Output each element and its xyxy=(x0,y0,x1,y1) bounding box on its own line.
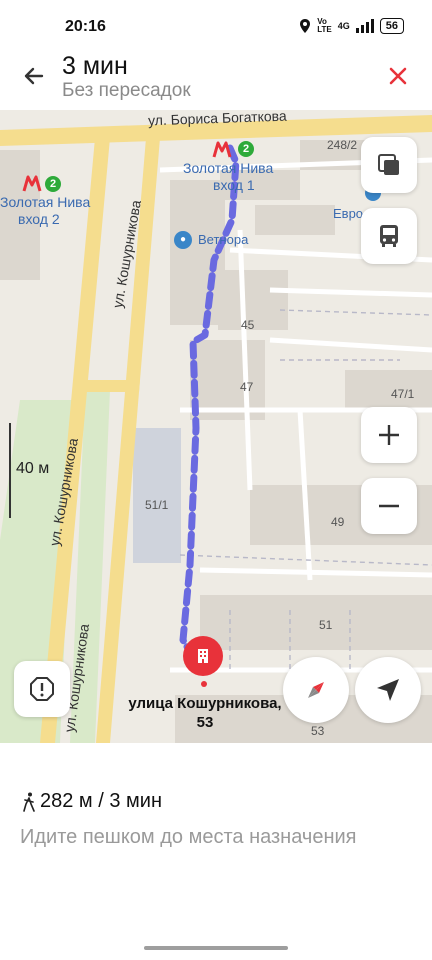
layers-icon xyxy=(378,154,399,175)
close-button[interactable] xyxy=(382,60,414,92)
house-number: 248/2 xyxy=(327,138,358,152)
map-view[interactable]: 2 Золотая Нива вход 1 2 Золотая Нива вхо… xyxy=(0,110,432,743)
location-icon xyxy=(300,19,311,33)
compass-button[interactable] xyxy=(283,657,349,723)
house-number: 51 xyxy=(319,618,333,632)
house-number: 45 xyxy=(241,318,255,332)
zoom-in-button[interactable] xyxy=(361,407,417,463)
zoom-out-button[interactable] xyxy=(361,478,417,534)
navigation-arrow-icon xyxy=(377,679,399,701)
layers-button[interactable] xyxy=(361,137,417,193)
status-bar: 20:16 Vo LTE 4G 56 xyxy=(0,0,432,50)
bus-icon xyxy=(380,225,398,247)
destination-pin[interactable] xyxy=(183,636,223,676)
my-location-button[interactable] xyxy=(355,657,421,723)
poi-label: Ветнора xyxy=(198,232,249,247)
paw-icon: ● xyxy=(174,231,192,249)
warning-octagon-icon xyxy=(30,677,54,701)
route-hint: Идите пешком до места назначения xyxy=(20,826,357,848)
route-distance-time: 282 м / 3 мин xyxy=(40,790,162,812)
house-number: 47 xyxy=(240,380,254,394)
battery-icon: 56 xyxy=(379,18,404,34)
scale-label: 40 м xyxy=(16,460,50,477)
route-duration: 3 мин xyxy=(62,52,128,80)
metro-icon xyxy=(22,174,42,194)
route-summary: 282 м / 3 мин xyxy=(22,790,162,813)
minus-icon xyxy=(379,504,399,508)
pedestrian-icon xyxy=(23,792,35,812)
metro-station-label: Золотая Нива xyxy=(0,194,91,210)
plus-icon xyxy=(379,425,399,445)
metro-exit-label: вход 1 xyxy=(213,177,255,193)
building-icon xyxy=(198,649,208,663)
compass-icon xyxy=(308,682,324,698)
volte-icon: Vo LTE xyxy=(317,17,332,34)
house-number: 51/1 xyxy=(145,498,169,512)
destination-street: улица Кошурникова, xyxy=(128,695,282,712)
house-number: 47/1 xyxy=(391,387,415,401)
status-icons: Vo LTE 4G 56 xyxy=(299,18,404,34)
status-time: 20:16 xyxy=(65,18,106,35)
home-indicator[interactable] xyxy=(144,946,288,950)
route-transfers: Без пересадок xyxy=(62,80,191,101)
network-type: 4G xyxy=(337,21,350,31)
scale-bar xyxy=(9,423,11,518)
signal-icon xyxy=(355,19,374,33)
metro-station-label: Золотая Нива xyxy=(183,160,274,176)
destination-house: 53 xyxy=(196,714,214,731)
house-number: 53 xyxy=(311,724,325,738)
report-button[interactable] xyxy=(14,661,70,717)
route-header: 3 мин Без пересадок xyxy=(0,50,432,110)
metro-line-badge: 2 xyxy=(238,141,254,157)
destination-dot xyxy=(201,681,207,687)
metro-exit-label: вход 2 xyxy=(18,211,60,227)
transit-button[interactable] xyxy=(361,208,417,264)
arrow-left-icon xyxy=(24,67,44,85)
metro-line-badge: 2 xyxy=(45,176,61,192)
back-button[interactable] xyxy=(18,60,50,92)
metro-icon xyxy=(212,140,232,160)
house-number: 49 xyxy=(331,515,345,529)
close-icon xyxy=(389,67,407,85)
destination-label: улица Кошурникова, 53 xyxy=(121,694,289,732)
